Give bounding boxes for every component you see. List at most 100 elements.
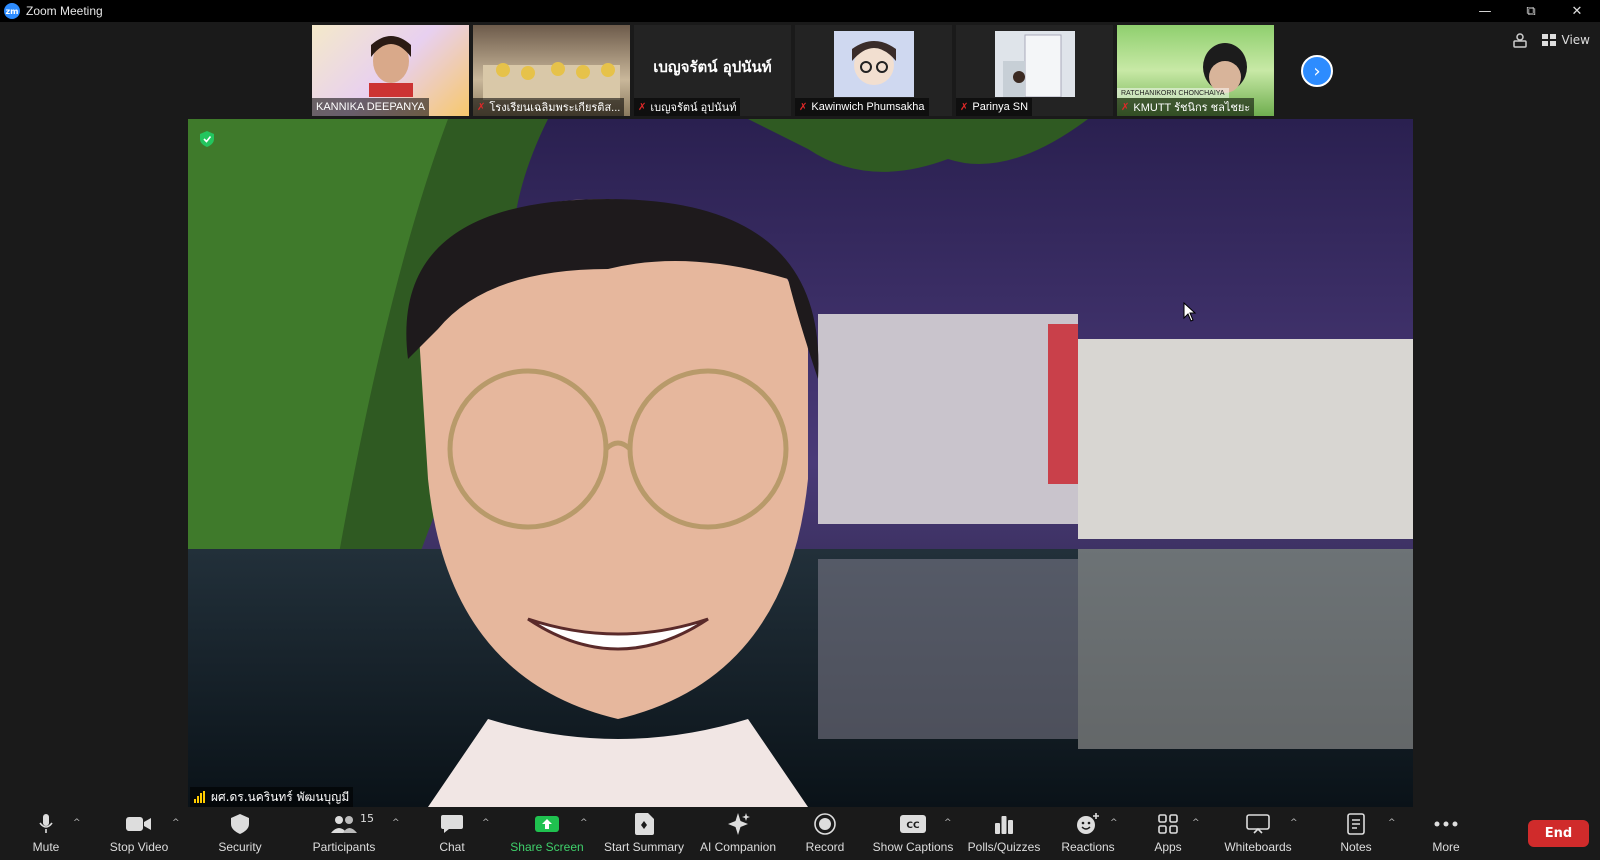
stop-video-label: Stop Video bbox=[109, 840, 169, 854]
participant-tile[interactable]: ✗ Parinya SN bbox=[956, 25, 1113, 116]
apps-icon bbox=[1158, 814, 1178, 834]
whiteboards-options-caret[interactable]: ^ bbox=[1290, 818, 1298, 828]
video-camera-icon bbox=[126, 817, 151, 831]
microphone-icon bbox=[39, 814, 53, 833]
notes-options-caret[interactable]: ^ bbox=[1388, 818, 1396, 828]
shield-icon bbox=[231, 814, 249, 834]
focus-mode-icon[interactable] bbox=[1512, 32, 1528, 48]
participant-tile[interactable]: KANNIKA DEEPANYA bbox=[312, 25, 469, 116]
bar-chart-icon bbox=[995, 816, 1013, 834]
participant-display-name: เบญจรัตน์ อุปนันท์ bbox=[653, 58, 772, 76]
close-button[interactable]: ✕ bbox=[1554, 0, 1600, 22]
notes-icon bbox=[1347, 813, 1365, 835]
share-screen-button[interactable]: Share Screen bbox=[509, 812, 585, 856]
participant-strip: KANNIKA DEEPANYA ✗ โรงเรียนเฉลิมพระเกียรต… bbox=[312, 25, 1274, 116]
sparkle-icon bbox=[728, 813, 750, 835]
chat-bubble-icon bbox=[441, 815, 463, 833]
connection-strength-icon bbox=[194, 791, 205, 803]
chat-label: Chat bbox=[439, 840, 465, 854]
stop-video-button[interactable]: Stop Video bbox=[106, 812, 172, 856]
active-speaker-video[interactable]: ผศ.ดร.นครินทร์ พัฒนบุญมี bbox=[188, 119, 1413, 807]
closed-captions-icon: CC bbox=[900, 815, 926, 833]
share-options-caret[interactable]: ^ bbox=[580, 818, 588, 828]
share-screen-icon bbox=[535, 816, 559, 832]
end-meeting-button[interactable]: End bbox=[1528, 820, 1589, 847]
security-button[interactable]: Security bbox=[212, 812, 268, 856]
participant-name: โรงเรียนเฉลิมพระเกียรติส... bbox=[489, 102, 621, 114]
avatar bbox=[833, 31, 914, 97]
show-captions-button[interactable]: CC Show Captions bbox=[872, 812, 954, 856]
more-button[interactable]: More bbox=[1426, 812, 1466, 856]
start-summary-button[interactable]: Start Summary bbox=[602, 812, 686, 856]
mute-options-caret[interactable]: ^ bbox=[73, 818, 81, 828]
window-title: Zoom Meeting bbox=[26, 4, 103, 18]
participant-tile[interactable]: ✗ Kawinwich Phumsakha bbox=[795, 25, 952, 116]
share-screen-label: Share Screen bbox=[510, 840, 584, 854]
muted-mic-icon: ✗ bbox=[638, 101, 647, 113]
more-label: More bbox=[1432, 840, 1460, 854]
participant-name: KANNIKA DEEPANYA bbox=[316, 101, 426, 113]
participants-label: Participants bbox=[312, 840, 376, 854]
speaker-name: ผศ.ดร.นครินทร์ พัฒนบุญมี bbox=[211, 789, 350, 804]
video-options-caret[interactable]: ^ bbox=[172, 818, 180, 828]
speaker-video-background bbox=[188, 119, 1413, 807]
apps-label: Apps bbox=[1154, 840, 1182, 854]
mute-button[interactable]: Mute bbox=[26, 812, 66, 856]
record-icon bbox=[814, 813, 836, 835]
participants-options-caret[interactable]: ^ bbox=[392, 818, 400, 828]
restore-button[interactable]: ⧉ bbox=[1508, 0, 1554, 22]
apps-button[interactable]: Apps bbox=[1146, 812, 1190, 856]
mouse-cursor-icon bbox=[1183, 302, 1197, 322]
ai-companion-label: AI Companion bbox=[699, 840, 777, 854]
meeting-toolbar: Mute ^ Stop Video ^ Security Participant… bbox=[0, 808, 1600, 860]
notes-label: Notes bbox=[1340, 840, 1372, 854]
more-dots-icon bbox=[1434, 821, 1458, 827]
muted-mic-icon: ✗ bbox=[477, 101, 486, 113]
participant-name: Parinya SN bbox=[972, 101, 1029, 113]
polls-quizzes-button[interactable]: Polls/Quizzes bbox=[966, 812, 1042, 856]
title-bar: zm Zoom Meeting — ⧉ ✕ bbox=[0, 0, 1600, 22]
participant-tile[interactable]: RATCHANIKORN CHONCHAIYA ✗ KMUTT รัชนิกร ช… bbox=[1117, 25, 1274, 116]
avatar bbox=[994, 31, 1075, 97]
chat-button[interactable]: Chat bbox=[430, 812, 474, 856]
chat-options-caret[interactable]: ^ bbox=[482, 818, 490, 828]
reactions-options-caret[interactable]: ^ bbox=[1110, 818, 1118, 828]
reaction-smiley-icon bbox=[1077, 813, 1099, 834]
muted-mic-icon: ✗ bbox=[799, 101, 808, 113]
muted-mic-icon: ✗ bbox=[1121, 101, 1130, 113]
record-button[interactable]: Record bbox=[804, 812, 846, 856]
start-summary-label: Start Summary bbox=[603, 840, 684, 854]
notes-button[interactable]: Notes bbox=[1336, 812, 1376, 856]
reactions-label: Reactions bbox=[1061, 840, 1115, 854]
apps-options-caret[interactable]: ^ bbox=[1192, 818, 1200, 828]
view-button[interactable]: View bbox=[1541, 33, 1590, 47]
minimize-button[interactable]: — bbox=[1462, 0, 1508, 22]
record-label: Record bbox=[805, 840, 845, 854]
grid-icon bbox=[1541, 34, 1556, 46]
next-page-button[interactable]: › bbox=[1301, 55, 1333, 87]
zoom-logo-icon: zm bbox=[4, 3, 20, 19]
muted-mic-icon: ✗ bbox=[960, 101, 969, 113]
whiteboard-icon bbox=[1246, 814, 1270, 834]
participant-tile[interactable]: ✗ โรงเรียนเฉลิมพระเกียรติส... bbox=[473, 25, 630, 116]
view-label: View bbox=[1561, 33, 1590, 47]
mute-label: Mute bbox=[32, 840, 60, 854]
whiteboards-label: Whiteboards bbox=[1224, 840, 1292, 854]
show-captions-label: Show Captions bbox=[872, 840, 954, 854]
participant-tile[interactable]: เบญจรัตน์ อุปนันท์ ✗ เบญจรัตน์ อุปนันท์ bbox=[634, 25, 791, 116]
captions-options-caret[interactable]: ^ bbox=[944, 818, 952, 828]
participants-count: 15 bbox=[360, 812, 374, 825]
encryption-shield-icon[interactable] bbox=[200, 131, 214, 147]
chevron-right-icon: › bbox=[1313, 60, 1321, 82]
participant-name: Kawinwich Phumsakha bbox=[811, 101, 925, 113]
polls-label: Polls/Quizzes bbox=[967, 840, 1041, 854]
participant-video bbox=[368, 36, 413, 97]
summary-document-icon bbox=[635, 813, 654, 835]
participants-icon bbox=[331, 816, 357, 833]
reactions-button[interactable]: Reactions bbox=[1060, 812, 1116, 856]
security-label: Security bbox=[218, 840, 262, 854]
whiteboards-button[interactable]: Whiteboards bbox=[1222, 812, 1294, 856]
speaker-name-tag: ผศ.ดร.นครินทร์ พัฒนบุญมี bbox=[190, 787, 354, 807]
participant-name: KMUTT รัชนิกร ชลไชยะ bbox=[1133, 102, 1251, 114]
ai-companion-button[interactable]: AI Companion bbox=[698, 812, 778, 856]
